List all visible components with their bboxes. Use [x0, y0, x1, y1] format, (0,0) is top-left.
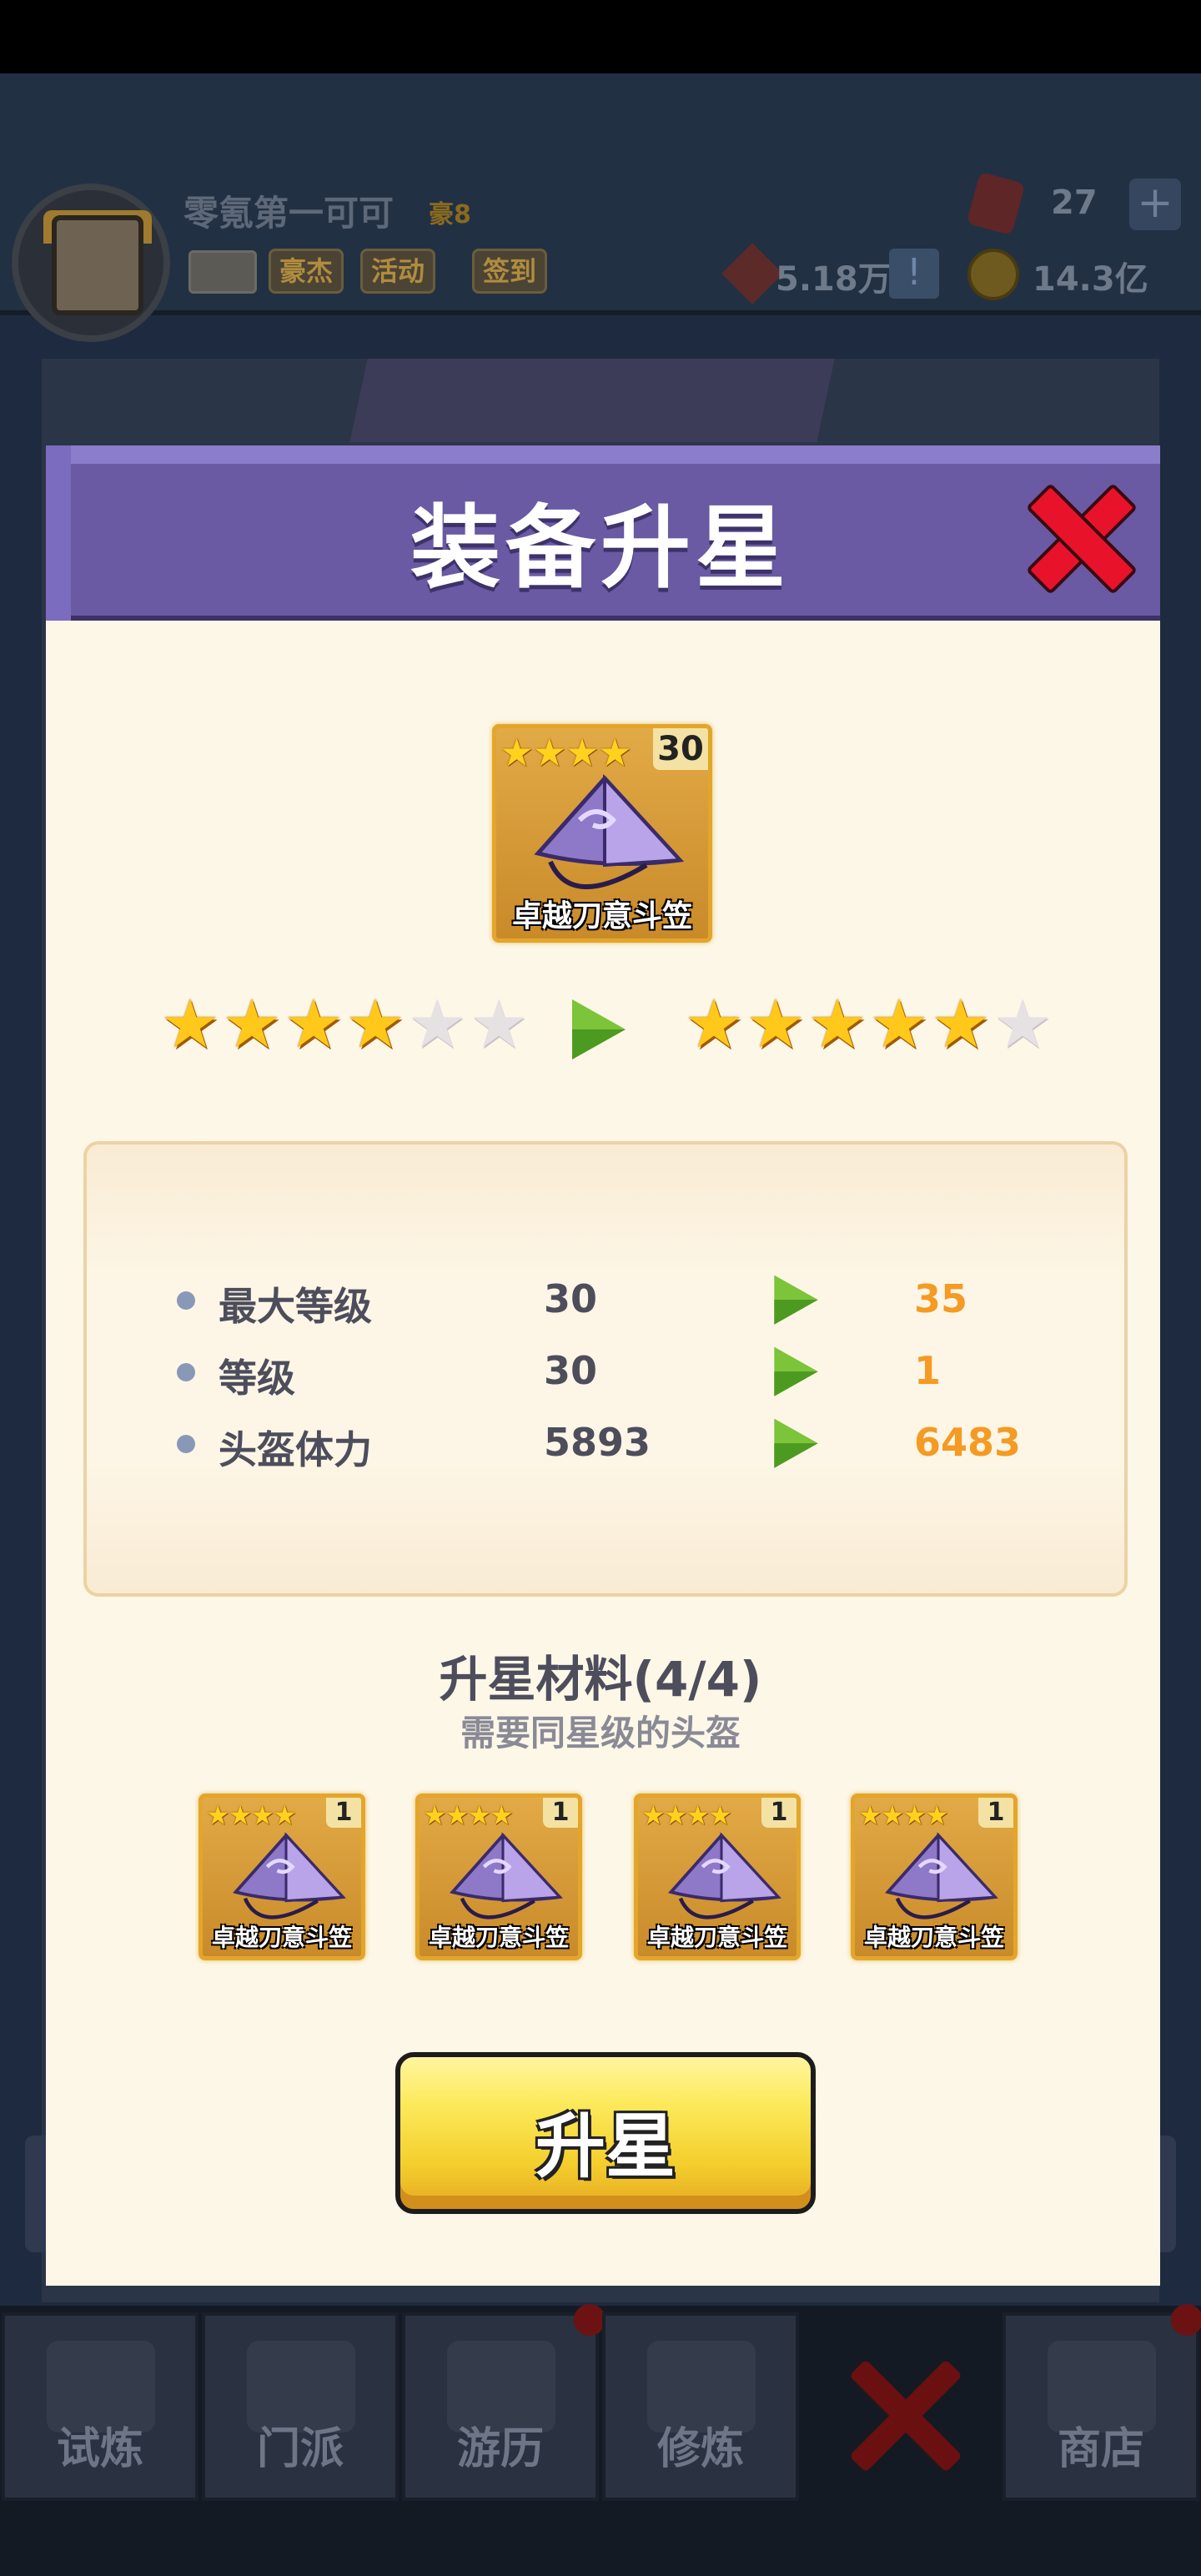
- star-filled-icon: ★: [345, 985, 405, 1063]
- coin-icon: [967, 249, 1019, 300]
- stat-new-value: 1: [914, 1348, 942, 1393]
- card-name: 卓越刀意斗笠: [646, 1924, 787, 1951]
- add-gems-button[interactable]: +: [1129, 179, 1181, 230]
- status-bar: [0, 0, 1201, 73]
- arrow-right-icon: [774, 1346, 822, 1398]
- nav-close-icon[interactable]: [842, 2352, 967, 2478]
- nav-label: 门派: [256, 2424, 344, 2474]
- stat-label: 最大等级: [219, 1284, 372, 1329]
- power-info-button[interactable]: !: [889, 249, 939, 299]
- dialog-header-highlight: [46, 445, 1160, 464]
- card-level: 1: [761, 1798, 796, 1828]
- arrow-right-icon: [774, 1418, 822, 1470]
- star-empty-icon: ★: [992, 985, 1053, 1063]
- dialog-title: 装备升星: [410, 496, 791, 601]
- stat-old-value: 30: [544, 1348, 598, 1393]
- card-name: 卓越刀意斗笠: [428, 1924, 569, 1951]
- card-level: 1: [543, 1798, 578, 1828]
- coin-value: 14.3亿: [1033, 260, 1148, 299]
- nav-cultivate[interactable]: 修炼: [602, 2312, 799, 2501]
- card-level: 1: [326, 1798, 361, 1828]
- stat-old-value: 30: [544, 1276, 598, 1321]
- chest-avatar-icon: [52, 215, 143, 315]
- star-filled-icon: ★: [931, 985, 991, 1063]
- nav-label: 商店: [1057, 2424, 1144, 2474]
- star-filled-icon: ★: [222, 985, 282, 1063]
- material-card[interactable]: ★★★★ 1 卓越刀意斗笠: [634, 1794, 801, 1960]
- bullet-icon: [177, 1435, 195, 1453]
- star-filled-icon: ★: [684, 985, 744, 1063]
- player-avatar[interactable]: [12, 184, 170, 342]
- nav-label: 游历: [456, 2424, 544, 2474]
- events-button[interactable]: 活动: [360, 249, 436, 294]
- card-level: 30: [653, 728, 708, 770]
- stat-new-value: 6483: [914, 1420, 1022, 1465]
- card-name: 卓越刀意斗笠: [511, 899, 692, 933]
- notification-dot: [574, 2304, 606, 2336]
- bamboo-hat-icon: [534, 773, 685, 889]
- nav-label: 试炼: [56, 2424, 143, 2474]
- background-panel-tab: [349, 359, 835, 442]
- player-name: 零氪第一可可: [183, 193, 394, 234]
- card-name: 卓越刀意斗笠: [863, 1924, 1004, 1951]
- nav-travel[interactable]: 游历: [402, 2312, 599, 2501]
- heroes-button[interactable]: 豪杰: [269, 249, 344, 294]
- card-stars: ★★★★: [641, 1799, 732, 1831]
- star-empty-icon: ★: [407, 985, 467, 1063]
- star-filled-icon: ★: [160, 985, 220, 1063]
- card-stars: ★★★★: [423, 1799, 514, 1831]
- material-card[interactable]: ★★★★ 1 卓越刀意斗笠: [851, 1794, 1018, 1960]
- upgrade-star-button[interactable]: 升星: [395, 2052, 816, 2214]
- checkin-button[interactable]: 签到: [472, 249, 548, 294]
- nav-label: 修炼: [656, 2424, 744, 2474]
- arrow-right-icon: [774, 1275, 822, 1326]
- nav-shop[interactable]: 商店: [1003, 2312, 1199, 2501]
- materials-title: 升星材料(4/4): [439, 1651, 762, 1708]
- next-stars: ★ ★ ★ ★ ★ ★: [684, 991, 1053, 1058]
- card-name: 卓越刀意斗笠: [211, 1924, 352, 1951]
- gem-count: 27: [1051, 184, 1098, 222]
- current-stars: ★ ★ ★ ★ ★ ★: [160, 991, 529, 1058]
- card-stars: ★★★★: [858, 1799, 949, 1831]
- star-empty-icon: ★: [469, 985, 529, 1063]
- arrow-right-icon: [572, 999, 631, 1061]
- upgrade-star-label: 升星: [535, 2106, 676, 2187]
- star-filled-icon: ★: [807, 985, 867, 1063]
- material-card[interactable]: ★★★★ 1 卓越刀意斗笠: [415, 1794, 582, 1960]
- mail-icon[interactable]: [188, 250, 257, 294]
- close-icon[interactable]: [1028, 482, 1128, 586]
- card-stars: ★★★★: [500, 730, 632, 775]
- bullet-icon: [177, 1291, 195, 1310]
- materials-subtitle: 需要同星级的头盔: [460, 1713, 741, 1753]
- card-stars: ★★★★: [206, 1799, 297, 1831]
- power-value: 5.18万: [776, 260, 892, 299]
- star-filled-icon: ★: [284, 985, 344, 1063]
- nav-trial[interactable]: 试炼: [2, 2312, 198, 2501]
- bullet-icon: [177, 1363, 195, 1381]
- notification-dot: [1171, 2304, 1201, 2336]
- stat-row-max-level: 最大等级 30 35: [177, 1271, 1094, 1330]
- stat-new-value: 35: [914, 1276, 968, 1321]
- vip-badge: 豪8: [429, 200, 471, 229]
- stat-old-value: 5893: [544, 1420, 651, 1465]
- game-screen: 零氪第一可可 豪8 豪杰 活动 签到 27 + 5.18万 ! 14.3亿 试炼…: [0, 0, 1201, 2576]
- equipment-card[interactable]: ★★★★ 30 卓越刀意斗笠: [492, 724, 712, 943]
- stat-label: 等级: [219, 1356, 295, 1401]
- stat-row-helmet-stamina: 头盔体力 5893 6483: [177, 1415, 1094, 1473]
- star-filled-icon: ★: [746, 985, 806, 1063]
- stat-label: 头盔体力: [219, 1427, 372, 1472]
- nav-sect[interactable]: 门派: [202, 2312, 399, 2501]
- material-card[interactable]: ★★★★ 1 卓越刀意斗笠: [198, 1794, 365, 1960]
- stat-row-level: 等级 30 1: [177, 1343, 1094, 1401]
- star-filled-icon: ★: [869, 985, 929, 1063]
- card-level: 1: [978, 1798, 1013, 1828]
